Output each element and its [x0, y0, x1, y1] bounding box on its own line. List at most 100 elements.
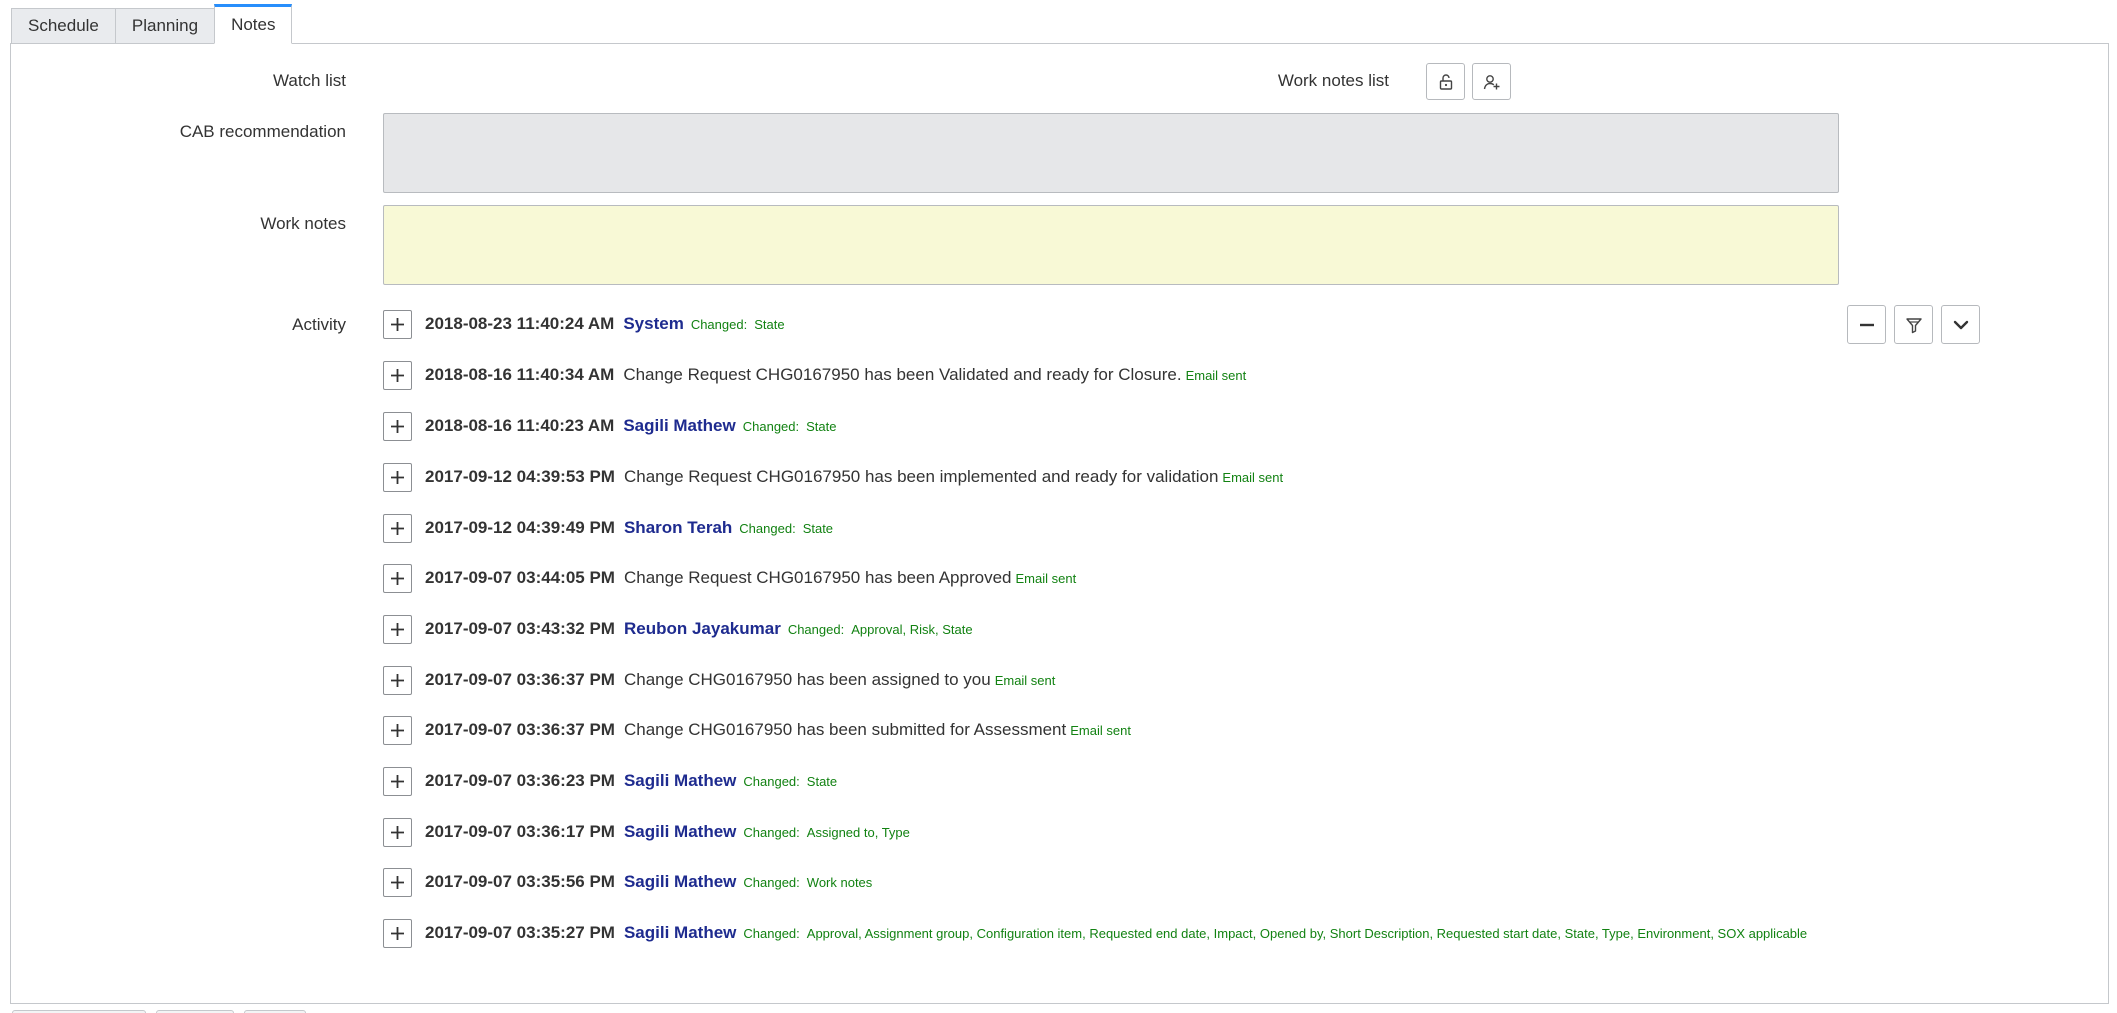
entry-message: Change Request CHG0167950 has been Appro… — [623, 568, 1012, 587]
change-request-notes-view: Schedule Planning Notes Watch list Work … — [0, 0, 2117, 1013]
entry-changed-fields: Approval, Assignment group, Configuratio… — [806, 925, 1808, 941]
add-user-icon — [1483, 74, 1499, 89]
entry-email-sent[interactable]: Email sent — [1222, 470, 1283, 485]
collapse-all-button[interactable] — [1847, 305, 1886, 344]
entry-timestamp: 2017-09-07 03:43:32 PM — [425, 619, 615, 638]
entry-author[interactable]: Sagili Mathew — [624, 872, 736, 892]
minus-icon — [1859, 323, 1874, 326]
expand-entry-button[interactable] — [383, 411, 412, 441]
activity-entry: 2017-09-07 03:36:37 PM Change CHG0167950… — [383, 664, 1055, 696]
activity-entry: 2017-09-07 03:36:23 PM Sagili Mathew Cha… — [383, 765, 837, 797]
cab-recommendation-field[interactable] — [383, 113, 1839, 193]
add-me-work-notes-list-button[interactable] — [1472, 63, 1511, 100]
work-notes-list-label: Work notes list — [1277, 71, 1389, 90]
activity-label: Activity — [292, 315, 346, 334]
entry-message: Change CHG0167950 has been submitted for… — [623, 720, 1067, 739]
tab-bar: Schedule Planning Notes — [11, 4, 293, 44]
entry-author[interactable]: Sharon Terah — [624, 518, 732, 538]
expand-entry-button[interactable] — [383, 614, 412, 644]
tab-schedule[interactable]: Schedule — [11, 8, 115, 44]
unlock-icon — [1439, 73, 1452, 90]
activity-entry: 2017-09-07 03:35:27 PM Sagili Mathew Cha… — [383, 917, 1807, 949]
activity-entry: 2018-08-23 11:40:24 AM System Changed: S… — [383, 308, 785, 340]
activity-filter-button[interactable] — [1894, 305, 1933, 344]
entry-email-sent[interactable]: Email sent — [1070, 723, 1131, 738]
activity-entry: 2018-08-16 11:40:34 AM Change Request CH… — [383, 359, 1246, 391]
activity-entry: 2017-09-07 03:36:37 PM Change CHG0167950… — [383, 714, 1131, 746]
plus-icon — [391, 368, 404, 382]
plus-icon — [391, 622, 404, 636]
entry-timestamp: 2017-09-07 03:44:05 PM — [425, 568, 615, 587]
entry-changed-fields: Work notes — [806, 874, 873, 890]
entry-changed-label: Changed: — [743, 773, 800, 789]
plus-icon — [391, 470, 404, 484]
expand-entry-button[interactable] — [383, 715, 412, 745]
plus-icon — [391, 774, 404, 788]
expand-entry-button[interactable] — [383, 462, 412, 492]
entry-timestamp: 2017-09-07 03:35:56 PM — [425, 872, 615, 891]
plus-icon — [391, 419, 404, 433]
activity-entry: 2018-08-16 11:40:23 AM Sagili Mathew Cha… — [383, 410, 837, 442]
entry-timestamp: 2017-09-07 03:36:37 PM — [425, 720, 615, 739]
entry-changed-fields: State — [806, 773, 838, 789]
work-notes-field[interactable] — [383, 205, 1839, 285]
plus-icon — [391, 875, 404, 889]
entry-author[interactable]: Sagili Mathew — [624, 822, 736, 842]
entry-changed-label: Changed: — [739, 520, 796, 536]
plus-icon — [391, 521, 404, 535]
expand-entry-button[interactable] — [383, 513, 412, 543]
entry-message: Change Request CHG0167950 has been imple… — [623, 467, 1219, 486]
activity-entry: 2017-09-12 04:39:49 PM Sharon Terah Chan… — [383, 512, 833, 544]
activity-entry: 2017-09-07 03:36:17 PM Sagili Mathew Cha… — [383, 816, 910, 848]
entry-changed-label: Changed: — [742, 418, 800, 434]
entry-changed-label: Changed: — [743, 874, 800, 890]
entry-timestamp: 2017-09-12 04:39:53 PM — [425, 467, 615, 486]
entry-email-sent[interactable]: Email sent — [1015, 571, 1076, 586]
entry-message: Change Request CHG0167950 has been Valid… — [623, 365, 1182, 384]
entry-author[interactable]: Sagili Mathew — [624, 923, 736, 943]
entry-email-sent[interactable]: Email sent — [995, 673, 1056, 688]
entry-timestamp: 2017-09-07 03:36:37 PM — [425, 670, 615, 689]
activity-more-button[interactable] — [1941, 305, 1980, 344]
plus-icon — [391, 571, 404, 585]
entry-changed-fields: State — [802, 520, 834, 536]
entry-timestamp: 2018-08-16 11:40:23 AM — [425, 416, 615, 435]
plus-icon — [391, 723, 404, 737]
expand-entry-button[interactable] — [383, 817, 412, 847]
entry-changed-fields: State — [754, 316, 785, 332]
expand-entry-button[interactable] — [383, 665, 412, 695]
tab-notes[interactable]: Notes — [214, 4, 293, 44]
expand-entry-button[interactable] — [383, 309, 412, 339]
expand-entry-button[interactable] — [383, 360, 412, 390]
entry-changed-label: Changed: — [743, 824, 800, 840]
expand-entry-button[interactable] — [383, 918, 412, 948]
entry-timestamp: 2017-09-07 03:35:27 PM — [425, 923, 615, 942]
plus-icon — [391, 926, 404, 940]
work-notes-label: Work notes — [260, 214, 346, 233]
entry-changed-fields: State — [806, 418, 837, 434]
cab-recommendation-label: CAB recommendation — [179, 122, 346, 141]
entry-email-sent[interactable]: Email sent — [1186, 368, 1247, 383]
entry-author[interactable]: Reubon Jayakumar — [624, 619, 781, 639]
plus-icon — [391, 317, 404, 331]
entry-author[interactable]: Sagili Mathew — [623, 416, 735, 436]
entry-timestamp: 2018-08-16 11:40:34 AM — [425, 365, 615, 384]
entry-changed-label: Changed: — [787, 621, 845, 637]
expand-entry-button[interactable] — [383, 563, 412, 593]
entry-message: Change CHG0167950 has been assigned to y… — [623, 670, 991, 689]
entry-author[interactable]: System — [623, 314, 683, 334]
plus-icon — [391, 825, 404, 839]
tab-planning[interactable]: Planning — [114, 8, 215, 44]
chevron-down-icon — [1953, 320, 1968, 329]
entry-changed-label: Changed: — [743, 925, 800, 941]
expand-entry-button[interactable] — [383, 766, 412, 796]
entry-timestamp: 2017-09-07 03:36:17 PM — [425, 822, 615, 841]
activity-entry: 2017-09-07 03:43:32 PM Reubon Jayakumar … — [383, 613, 973, 645]
unlock-work-notes-list-button[interactable] — [1426, 63, 1465, 100]
expand-entry-button[interactable] — [383, 867, 412, 897]
activity-entry: 2017-09-07 03:35:56 PM Sagili Mathew Cha… — [383, 866, 872, 898]
entry-timestamp: 2017-09-07 03:36:23 PM — [425, 771, 615, 790]
entry-author[interactable]: Sagili Mathew — [624, 771, 736, 791]
entry-timestamp: 2018-08-23 11:40:24 AM — [425, 314, 615, 333]
activity-entry: 2017-09-07 03:44:05 PM Change Request CH… — [383, 562, 1076, 594]
